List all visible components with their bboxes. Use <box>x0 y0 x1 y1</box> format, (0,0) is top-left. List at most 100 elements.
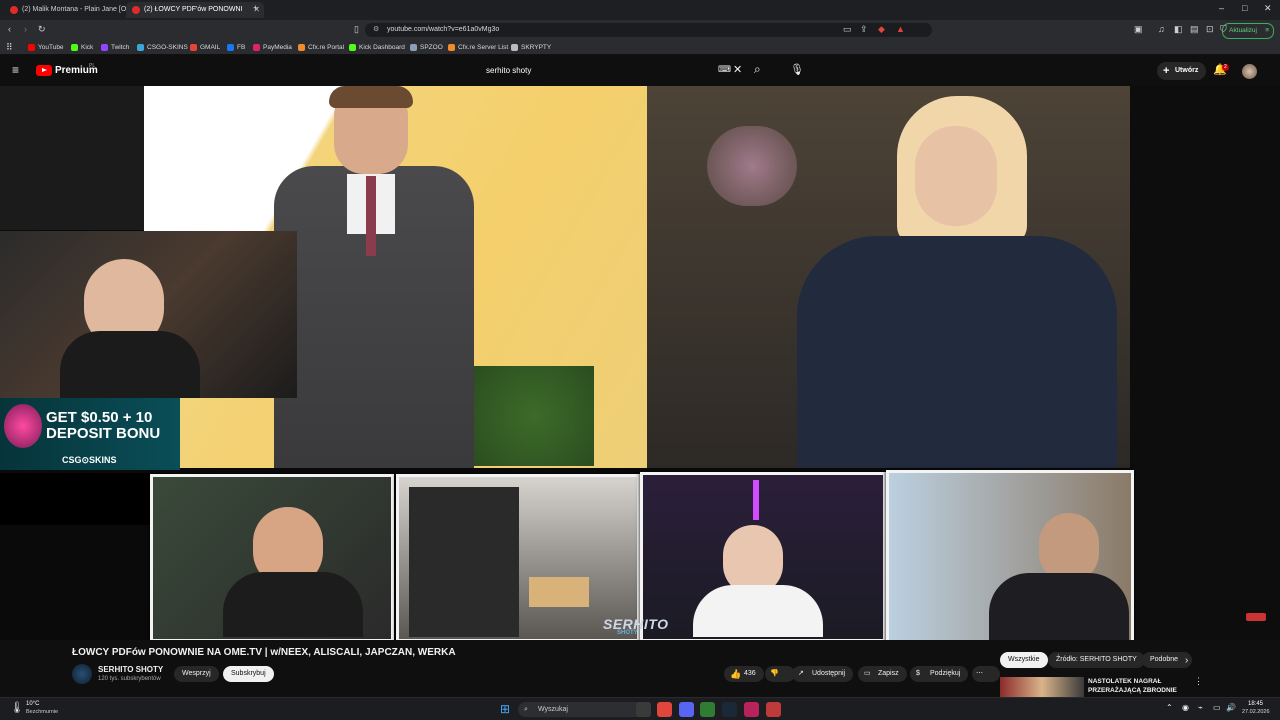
bookmark-label: Kick <box>81 44 94 51</box>
bookmark-spzoo[interactable]: SPZOO <box>410 42 443 53</box>
youtube-header: ≡ Premium PL serhito shoty ⌨ ✕ ⌕ 🎙 + Utw… <box>0 56 1280 86</box>
dislike-button[interactable]: 👎 <box>765 666 795 682</box>
chip-source[interactable]: Źródło: SERHITO SHOTY <box>1048 652 1145 668</box>
sidebar-icon[interactable]: ◧ <box>1174 24 1183 35</box>
kick-icon <box>349 44 356 51</box>
maximize-icon[interactable]: □ <box>1242 3 1247 13</box>
keyboard-icon[interactable]: ⌨ <box>718 64 731 75</box>
neon-light-shape <box>753 480 759 520</box>
save-icon: ▭ <box>864 670 871 677</box>
streamer-webcam <box>0 231 297 398</box>
tray-chevron-icon[interactable]: ⌃ <box>1166 703 1173 712</box>
bookmark-cfx-server-list[interactable]: Cfx.re Server List <box>448 42 508 53</box>
bookmark-csgo-skins[interactable]: CSGO-SKINS <box>137 42 188 53</box>
bookmark-youtube[interactable]: YouTube <box>28 42 64 53</box>
chip-all[interactable]: Wszystkie <box>1000 652 1048 668</box>
clock-date[interactable]: 27.02.2026 <box>1242 709 1270 715</box>
app-icon[interactable] <box>766 702 781 717</box>
brave-browser-icon[interactable] <box>657 702 672 717</box>
paymedia-icon <box>253 44 260 51</box>
tray-app-icon[interactable]: ◉ <box>1182 703 1189 712</box>
bookmark-skrypty[interactable]: SKRYPTY <box>511 42 551 53</box>
task-view-icon[interactable] <box>636 702 651 717</box>
back-icon[interactable]: ‹ <box>8 24 11 34</box>
bookmark-kick[interactable]: Kick <box>71 42 93 53</box>
bookmark-fb[interactable]: FB <box>227 42 245 53</box>
tab-malik-montana[interactable]: (2) Malik Montana - Plain Jane [Offic <box>4 2 140 18</box>
taskbar-search[interactable]: ⌕ Wyszukaj <box>518 702 650 717</box>
chevron-right-icon[interactable]: › <box>1185 655 1188 666</box>
share-page-icon[interactable]: ⇪ <box>860 24 868 35</box>
volume-icon[interactable]: 🔊 <box>1226 703 1236 712</box>
weather-icon[interactable]: 🌡 <box>10 701 24 714</box>
discord-icon[interactable] <box>679 702 694 717</box>
clear-search-icon[interactable]: ✕ <box>733 63 742 76</box>
apps-icon[interactable]: ⠿ <box>6 42 13 53</box>
bookmark-cfx-portal[interactable]: Cfx.re Portal <box>298 42 344 53</box>
extensions-icon[interactable]: ▣ <box>1134 24 1143 35</box>
excel-icon[interactable] <box>700 702 715 717</box>
close-window-icon[interactable]: ✕ <box>1264 3 1272 14</box>
account-avatar[interactable] <box>1242 64 1257 79</box>
channel-avatar[interactable] <box>72 664 92 684</box>
clock-time[interactable]: 18:45 <box>1248 701 1263 707</box>
folder-icon <box>511 44 518 51</box>
more-actions-button[interactable]: ⋯ <box>972 666 1000 682</box>
subscribe-button[interactable]: Subskrybuj <box>223 666 274 682</box>
site-info-icon[interactable]: ⚙ <box>373 23 379 37</box>
hamburger-menu-icon[interactable]: ≡ <box>12 63 19 77</box>
recommendation-menu-icon[interactable]: ⋮ <box>1194 676 1203 687</box>
search-input[interactable]: serhito shoty <box>478 62 754 80</box>
recommendation-title[interactable]: NASTOLATEK NAGRAŁ PRZERAŻAJĄCĄ ZBRODNIE <box>1088 677 1188 695</box>
bookmark-label: CSGO-SKINS <box>147 44 188 51</box>
brave-shield-icon[interactable]: ◆ <box>878 24 885 35</box>
media-icon[interactable]: ♫ <box>1158 24 1165 34</box>
cast-icon[interactable]: ▭ <box>843 24 852 35</box>
windows-start-icon[interactable]: ⊞ <box>500 702 510 716</box>
like-button[interactable]: 👍 436 <box>724 666 764 682</box>
thumbnail-japczan <box>640 472 886 640</box>
video-player[interactable]: GET $0.50 + 10 DEPOSIT BONU CSG⊙SKINS SE… <box>0 86 1280 640</box>
subscriber-count: 120 tys. subskrybentów <box>98 676 161 682</box>
bookmark-paymedia[interactable]: PayMedia <box>253 42 292 53</box>
save-button[interactable]: ▭ Zapisz <box>858 666 907 682</box>
bookmark-label: SPZOO <box>420 44 443 51</box>
windows-taskbar: 🌡 10°C Bezchmurnie ⊞ ⌕ Wyszukaj ⌃ ◉ ⌁ ▭ … <box>0 697 1280 720</box>
more-icon: ⋯ <box>976 670 983 677</box>
support-button[interactable]: Wesprzyj <box>174 666 219 682</box>
tab-lowcy-pdfow[interactable]: (2) ŁOWCY PDF'ów PONOWNI ✕ <box>126 2 264 18</box>
update-button[interactable]: Aktualizuj ≡ <box>1222 23 1274 39</box>
wallet-icon[interactable]: ▤ <box>1190 24 1199 35</box>
recommendation-thumbnail[interactable] <box>1000 677 1084 697</box>
steam-icon[interactable] <box>722 702 737 717</box>
thanks-button[interactable]: $ Podziękuj <box>910 666 969 682</box>
cfx-icon <box>298 44 305 51</box>
rewards-icon[interactable]: ▲ <box>896 24 905 34</box>
browser-toolbar: ‹ › ↻ ▯ ⚙ youtube.com/watch?v=e61a0vMg3o… <box>0 20 1280 40</box>
microphone-icon[interactable]: 🎙 <box>790 63 804 76</box>
shirt-shape <box>989 573 1129 640</box>
spzoo-icon <box>410 44 417 51</box>
search-icon[interactable]: ⌕ <box>754 62 761 77</box>
channel-watermark-icon[interactable] <box>1246 613 1266 621</box>
create-button[interactable]: + Utwórz <box>1157 62 1207 80</box>
share-button[interactable]: ↗ Udostępnij <box>792 666 854 682</box>
channel-name[interactable]: SERHITO SHOTY <box>98 665 163 674</box>
bookmark-gmail[interactable]: GMAIL <box>190 42 220 53</box>
youtube-logo-icon[interactable] <box>36 65 52 76</box>
forward-icon[interactable]: › <box>24 24 27 34</box>
reload-icon[interactable]: ↻ <box>38 24 46 35</box>
minimize-icon[interactable]: – <box>1219 3 1224 13</box>
vpn-icon[interactable]: ⊡ <box>1206 24 1214 35</box>
bookmarks-bar: ⠿ YouTube Kick Twitch CSGO-SKINS GMAIL F… <box>0 40 1280 55</box>
csgo-skins-ad[interactable]: GET $0.50 + 10 DEPOSIT BONU CSG⊙SKINS <box>0 398 180 470</box>
bookmark-icon[interactable]: ▯ <box>354 24 359 35</box>
app-icon[interactable] <box>744 702 759 717</box>
new-tab-icon[interactable]: + <box>253 3 258 13</box>
network-icon[interactable]: ⌁ <box>1198 703 1203 712</box>
bookmark-label: Cfx.re Server List <box>458 44 509 51</box>
display-icon[interactable]: ▭ <box>1213 703 1221 712</box>
like-count: 436 <box>744 670 756 677</box>
bookmark-twitch[interactable]: Twitch <box>101 42 129 53</box>
bookmark-kick-dashboard[interactable]: Kick Dashboard <box>349 42 405 53</box>
